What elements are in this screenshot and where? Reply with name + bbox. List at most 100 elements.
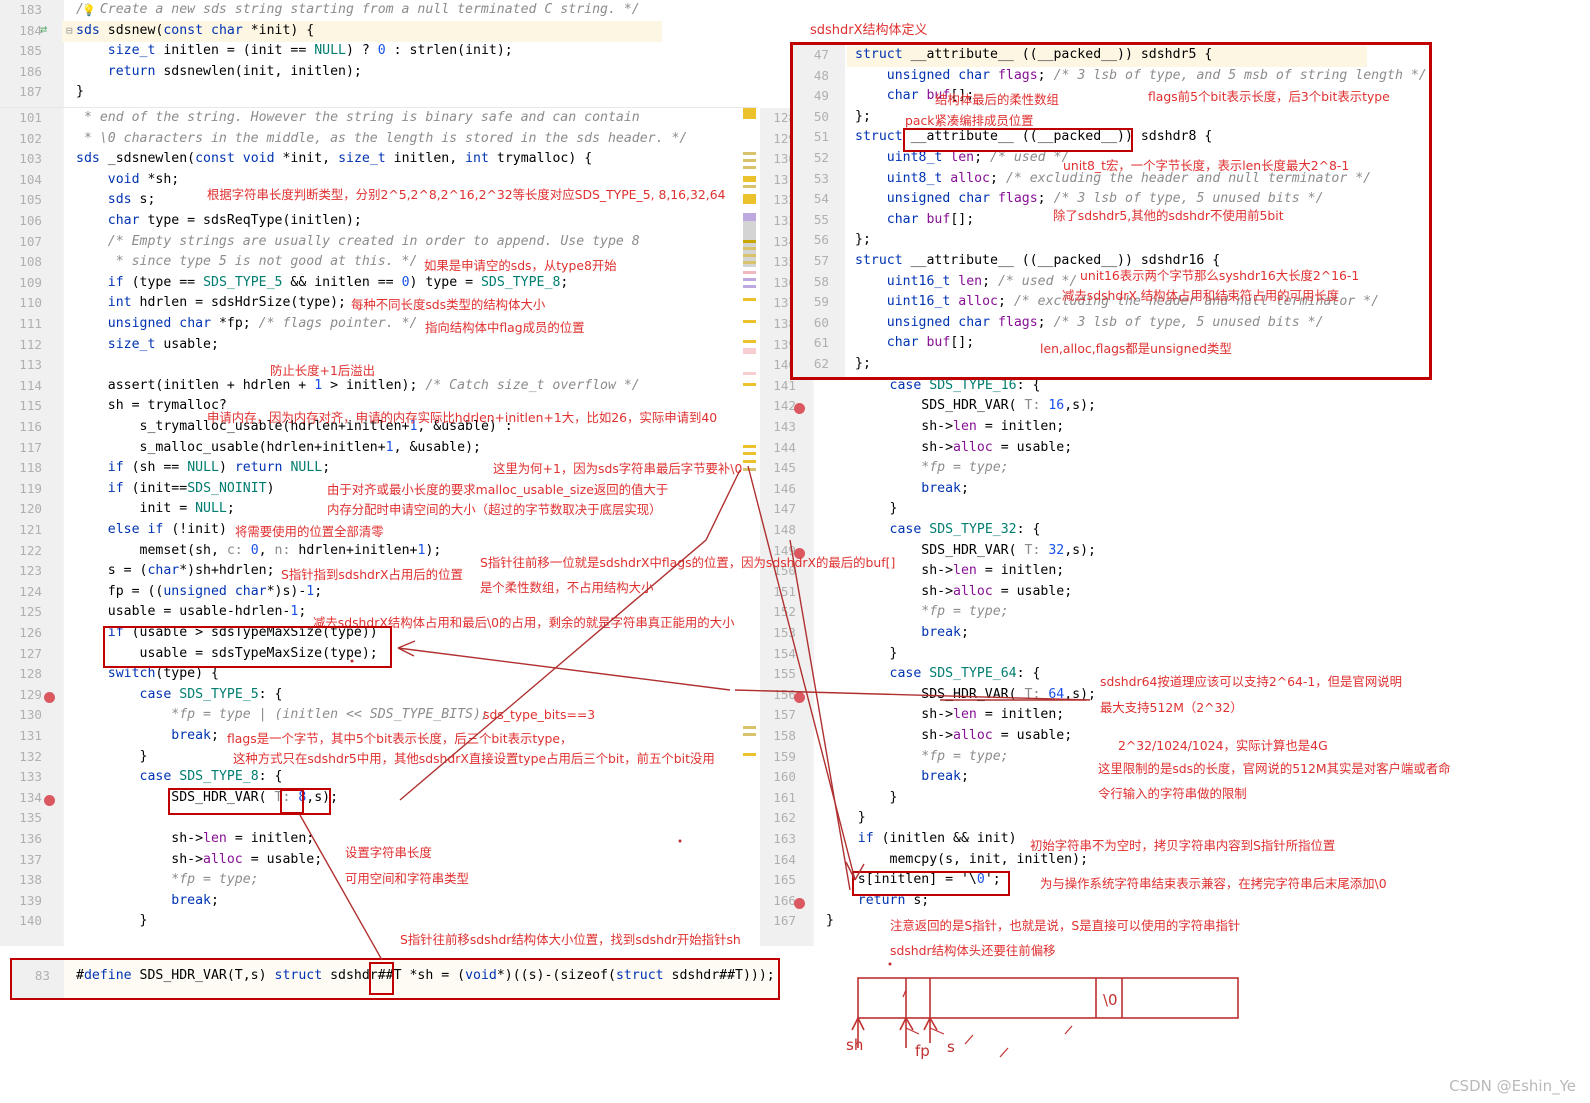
code-line[interactable]: case SDS_TYPE_16: { — [826, 378, 1041, 393]
code-line[interactable]: sds s; — [76, 192, 156, 207]
left-editor-top-pane[interactable]: 183 /* Create a new sds string starting f… — [0, 0, 758, 108]
annotation-s-pointer: S指针指到sdshdrX占用后的位置 — [281, 567, 463, 582]
code-line[interactable]: } — [826, 646, 898, 661]
code-line[interactable]: sh->len = initlen; — [826, 419, 1064, 434]
line-number: 159 — [773, 748, 796, 764]
code-line[interactable]: else if (!init) — [76, 522, 227, 537]
code-line[interactable]: sh->alloc = usable; — [826, 584, 1072, 599]
code-line[interactable]: case SDS_TYPE_5: { — [76, 687, 283, 702]
code-line[interactable]: *fp = type; — [826, 460, 1008, 475]
code-line[interactable]: uint8_t len; /* used */ — [855, 150, 1070, 165]
breakpoint-icon[interactable] — [794, 897, 805, 909]
gutter-arrows-icon[interactable]: ⇄ — [40, 22, 47, 36]
code-line[interactable]: *fp = type; — [826, 604, 1008, 619]
code-line[interactable]: unsigned char flags; /* 3 lsb of type, a… — [855, 68, 1427, 83]
stripe-mark — [743, 176, 756, 182]
breakpoint-icon[interactable] — [44, 794, 55, 806]
annotation-usable-calc: 减去sdshdrX结构体占用和最后\0的占用，剩余的就是字符串真正能用的大小 — [313, 615, 735, 630]
code-line[interactable]: size_t usable; — [76, 337, 219, 352]
code-line[interactable]: s = (char*)sh+hdrlen; — [76, 563, 275, 578]
code-line[interactable]: int hdrlen = sdsHdrSize(type); — [76, 295, 346, 310]
code-line[interactable]: #define SDS_HDR_VAR(T,s) struct sdshdr##… — [76, 968, 775, 983]
annotation-uint8: unit8_t宏，一个字节长度，表示len长度最大2^8-1 — [1063, 158, 1350, 173]
left-error-stripe[interactable] — [740, 108, 758, 946]
code-line[interactable]: SDS_HDR_VAR( T: 8,s); — [76, 790, 338, 805]
code-line[interactable]: sh->alloc = usable; — [826, 728, 1072, 743]
code-line[interactable]: SDS_HDR_VAR( T: 64,s); — [826, 687, 1096, 702]
code-line[interactable]: sh->alloc = usable; — [76, 852, 322, 867]
line-number: 107 — [19, 233, 42, 249]
code-line[interactable]: unsigned char *fp; /* flags pointer. */ — [76, 316, 418, 331]
code-line[interactable]: if (initlen && init) — [826, 831, 1017, 846]
code-line[interactable]: break; — [826, 481, 969, 496]
fold-marker-184-icon[interactable]: ⊟ — [66, 24, 73, 37]
code-line[interactable]: sh = trymalloc? — [76, 398, 227, 413]
code-line[interactable]: struct __attribute__ ((__packed__)) sdsh… — [855, 47, 1212, 62]
code-line[interactable]: break; — [76, 893, 219, 908]
code-line[interactable]: } — [826, 790, 898, 805]
code-line[interactable]: char buf[]; — [855, 335, 974, 350]
code-line[interactable]: * \0 characters in the middle, as the le… — [76, 131, 687, 146]
left-editor-define-pane[interactable]: 83 #define SDS_HDR_VAR(T,s) struct sdshdr… — [10, 958, 780, 1000]
code-line[interactable]: sh->len = initlen; — [826, 707, 1064, 722]
code-line[interactable]: init = NULL; — [76, 501, 235, 516]
code-line[interactable]: unsigned char flags; /* 3 lsb of type, 5… — [855, 191, 1324, 206]
code-line[interactable]: } — [826, 913, 834, 928]
code-line[interactable]: /* Empty strings are usually created in … — [76, 234, 640, 249]
code-line[interactable]: memset(sh, c: 0, n: hdrlen+initlen+1); — [76, 543, 442, 558]
code-line[interactable]: *fp = type; — [76, 872, 258, 887]
code-line[interactable]: s[initlen] = '\0'; — [826, 872, 1001, 887]
line-number: 165 — [773, 872, 796, 888]
code-line[interactable]: break; — [826, 625, 969, 640]
code-line[interactable]: char type = sdsReqType(initlen); — [76, 213, 362, 228]
code-line[interactable]: usable = sdsTypeMaxSize(type); — [76, 646, 378, 661]
code-line[interactable]: /* Create a new sds string starting from… — [76, 2, 640, 17]
line-number: 62 — [813, 356, 829, 371]
code-line[interactable]: }; — [855, 356, 871, 371]
code-line[interactable]: void *sh; — [76, 172, 179, 187]
code-line[interactable]: case SDS_TYPE_64: { — [826, 666, 1041, 681]
code-line[interactable]: case SDS_TYPE_8: { — [76, 769, 283, 784]
code-line[interactable]: s_malloc_usable(hdrlen+initlen+1, &usabl… — [76, 440, 481, 455]
code-line[interactable]: } — [76, 913, 148, 928]
code-line[interactable]: *fp = type | (initlen << SDS_TYPE_BITS); — [76, 707, 489, 722]
code-line[interactable]: if (type == SDS_TYPE_5 && initlen == 0) … — [76, 275, 569, 290]
code-line[interactable]: } — [826, 501, 898, 516]
code-line[interactable]: sh->len = initlen; — [76, 831, 314, 846]
code-line[interactable]: }; — [855, 232, 871, 247]
code-line[interactable]: struct __attribute__ ((__packed__)) sdsh… — [855, 129, 1212, 144]
code-line[interactable]: } — [76, 749, 148, 764]
code-line[interactable]: uint16_t len; /* used */ — [855, 274, 1078, 289]
code-line[interactable]: * since type 5 is not good at this. */ — [76, 254, 418, 269]
code-line[interactable]: } — [826, 810, 866, 825]
code-line[interactable]: size_t initlen = (init == NULL) ? 0 : st… — [76, 43, 513, 58]
code-line[interactable]: fp = ((unsigned char*)s)-1; — [76, 584, 322, 599]
code-line[interactable]: switch(type) { — [76, 666, 219, 681]
code-line[interactable]: SDS_HDR_VAR( T: 16,s); — [826, 398, 1096, 413]
code-line[interactable]: break; — [826, 769, 969, 784]
code-line[interactable]: struct __attribute__ ((__packed__)) sdsh… — [855, 253, 1220, 268]
code-line[interactable]: return sdsnewlen(init, initlen); — [76, 64, 362, 79]
code-line[interactable]: *fp = type; — [826, 749, 1008, 764]
code-line[interactable]: unsigned char flags; /* 3 lsb of type, 5… — [855, 315, 1324, 330]
code-line[interactable]: char buf[]; — [855, 212, 974, 227]
line-number: 135 — [19, 810, 42, 826]
code-line[interactable]: }; — [855, 109, 871, 124]
code-line[interactable]: if (sh == NULL) return NULL; — [76, 460, 330, 475]
breakpoint-icon[interactable] — [44, 691, 55, 703]
code-line[interactable]: * end of the string. However the string … — [76, 110, 640, 125]
code-line[interactable]: } — [76, 84, 84, 99]
lightbulb-icon[interactable]: 💡 — [82, 4, 96, 17]
code-line[interactable]: case SDS_TYPE_32: { — [826, 522, 1041, 537]
line-number: 119 — [19, 480, 42, 496]
code-line[interactable]: sh->alloc = usable; — [826, 440, 1072, 455]
code-line[interactable]: usable = usable-hdrlen-1; — [76, 604, 307, 619]
line-number: 116 — [19, 419, 42, 434]
breakpoint-icon[interactable] — [794, 691, 805, 703]
code-line[interactable]: if (init==SDS_NOINIT) — [76, 481, 275, 496]
code-line[interactable]: sds _sdsnewlen(const void *init, size_t … — [76, 151, 592, 166]
code-line[interactable]: return s; — [826, 893, 929, 908]
code-line[interactable]: assert(initlen + hdrlen + 1 > initlen); … — [76, 378, 640, 393]
code-line[interactable]: sds sdsnew(const char *init) { — [76, 23, 314, 38]
code-line[interactable]: break; — [76, 728, 219, 743]
